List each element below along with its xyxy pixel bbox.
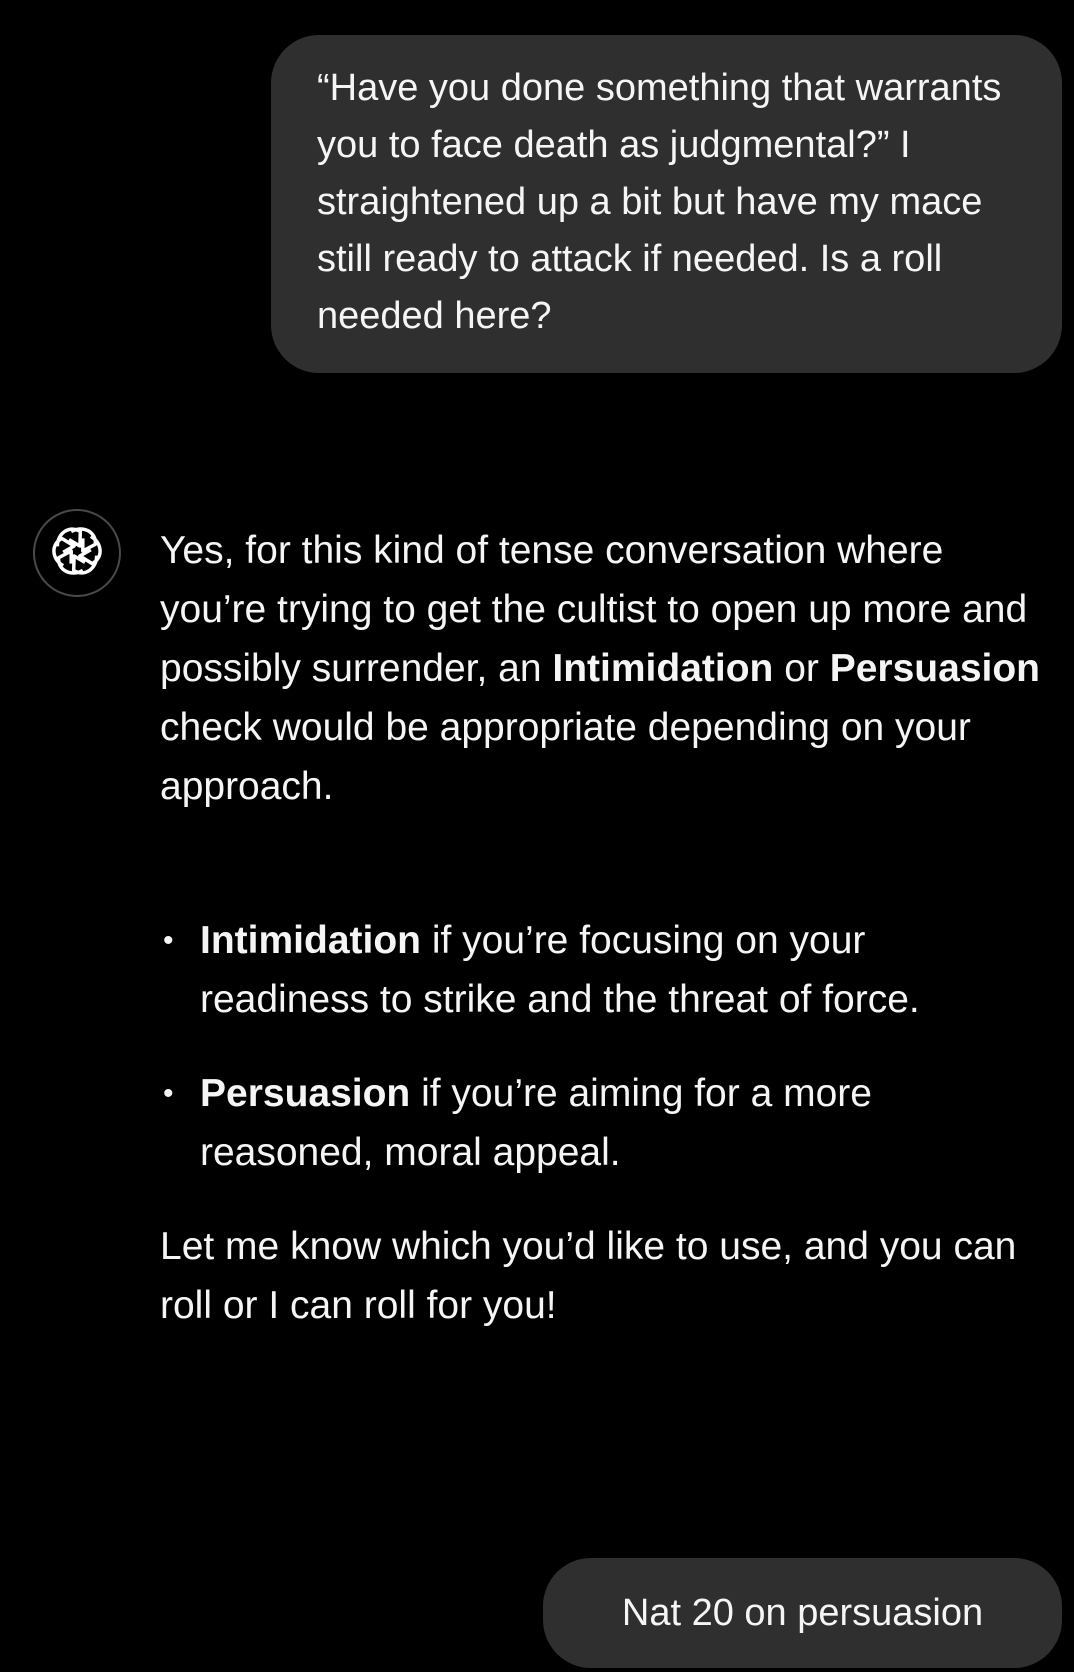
list-item: • Persuasion if you’re aiming for a more… xyxy=(160,1064,1040,1182)
intimidation-term: Intimidation xyxy=(552,647,774,690)
assistant-message: Yes, for this kind of tense conversation… xyxy=(160,521,1040,1335)
bullet-term: Persuasion xyxy=(200,1072,411,1115)
bullet-icon: • xyxy=(163,924,174,957)
user-message-bubble: Nat 20 on persuasion xyxy=(543,1558,1062,1668)
bullet-list: • Intimidation if you’re focusing on you… xyxy=(160,911,1040,1182)
bullet-icon: • xyxy=(163,1077,174,1110)
user-message-bubble: “Have you done something that warrants y… xyxy=(271,35,1062,373)
assistant-intro-paragraph: Yes, for this kind of tense conversation… xyxy=(160,521,1040,816)
bullet-term: Intimidation xyxy=(200,919,421,962)
user-message-text: “Have you done something that warrants y… xyxy=(317,67,1002,337)
persuasion-term: Persuasion xyxy=(829,647,1040,690)
list-item: • Intimidation if you’re focusing on you… xyxy=(160,911,1040,1029)
assistant-closing-paragraph: Let me know which you’d like to use, and… xyxy=(160,1225,1017,1327)
assistant-avatar xyxy=(33,509,121,597)
openai-logo-icon xyxy=(48,522,106,585)
intro-text-2: or xyxy=(773,647,830,690)
intro-text-3: check would be appropriate depending on … xyxy=(160,706,971,808)
user-message-text: Nat 20 on persuasion xyxy=(621,1591,984,1634)
